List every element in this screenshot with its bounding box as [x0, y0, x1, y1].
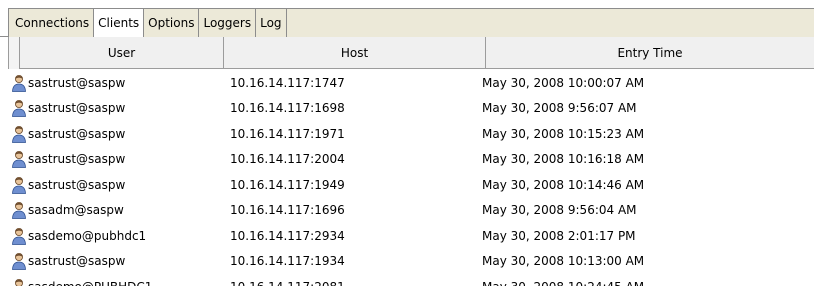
- cell-entry-time: May 30, 2008 2:01:17 PM: [482, 228, 636, 243]
- tab-bar: Connections Clients Options Loggers Log: [0, 0, 814, 37]
- column-header-host[interactable]: Host: [224, 37, 486, 69]
- tab-options[interactable]: Options: [144, 9, 200, 37]
- tab-clients[interactable]: Clients: [93, 9, 145, 37]
- user-person-icon: [11, 252, 27, 271]
- table-row[interactable]: sastrust@saspw 10.16.14.117:2004 May 30, 2…: [8, 147, 814, 173]
- cell-entry-time: May 30, 2008 10:15:23 AM: [482, 126, 645, 141]
- clients-table: User Host Entry Time sastrust@saspw 10.16…: [8, 37, 814, 286]
- cell-user: sasdemo@PUBHDC1: [28, 280, 152, 286]
- cell-user: sasdemo@pubhdc1: [28, 228, 147, 243]
- user-person-icon: [11, 201, 27, 220]
- cell-host: 10.16.14.117:2081: [230, 280, 345, 286]
- cell-user: sastrust@saspw: [28, 152, 126, 167]
- cell-user: sastrust@saspw: [28, 177, 126, 192]
- cell-host: 10.16.14.117:1696: [230, 203, 345, 218]
- user-person-icon: [11, 150, 27, 169]
- cell-entry-time: May 30, 2008 10:24:45 AM: [482, 280, 644, 286]
- cell-host: 10.16.14.117:1949: [230, 177, 345, 192]
- cell-host: 10.16.14.117:1971: [230, 126, 345, 141]
- table-row[interactable]: sastrust@saspw 10.16.14.117:1971 May 30, 2…: [8, 121, 814, 147]
- cell-host: 10.16.14.117:1934: [230, 254, 345, 269]
- table-row[interactable]: sasdemo@pubhdc1 10.16.14.117:2934 May 30, …: [8, 223, 814, 249]
- user-person-icon: [11, 99, 27, 118]
- tab-log[interactable]: Log: [256, 9, 287, 37]
- tab-loggers[interactable]: Loggers: [199, 9, 257, 37]
- cell-entry-time: May 30, 2008 10:16:18 AM: [482, 152, 645, 167]
- cell-user: sastrust@saspw: [28, 254, 126, 269]
- cell-user: sasadm@saspw: [28, 203, 124, 218]
- table-body: sastrust@saspw 10.16.14.117:1747 May 30, 2…: [8, 70, 814, 286]
- table-row[interactable]: sastrust@saspw 10.16.14.117:1747 May 30, 2…: [8, 70, 814, 96]
- tabs: Connections Clients Options Loggers Log: [11, 9, 287, 37]
- user-person-icon: [11, 176, 27, 194]
- table-row[interactable]: sasdemo@PUBHDC1 10.16.14.117:2081 May 30, …: [8, 274, 814, 286]
- tab-connections[interactable]: Connections: [11, 9, 95, 37]
- cell-entry-time: May 30, 2008 10:13:00 AM: [482, 254, 645, 269]
- cell-user: sastrust@saspw: [28, 126, 126, 141]
- table-row[interactable]: sastrust@saspw 10.16.14.117:1698 May 30, 2…: [8, 96, 814, 122]
- user-person-icon: [11, 227, 27, 245]
- table-header: User Host Entry Time: [8, 37, 814, 69]
- user-person-icon: [11, 278, 27, 286]
- table-row[interactable]: sasadm@saspw 10.16.14.117:1696 May 30, 200…: [8, 198, 814, 224]
- column-header-user[interactable]: User: [20, 37, 224, 69]
- row-selector-corner[interactable]: [8, 37, 20, 69]
- cell-host: 10.16.14.117:2004: [230, 152, 345, 167]
- user-person-icon: [11, 125, 27, 143]
- cell-host: 10.16.14.117:2934: [230, 228, 345, 243]
- cell-user: sastrust@saspw: [28, 75, 126, 90]
- table-row[interactable]: sastrust@saspw 10.16.14.117:1949 May 30, 2…: [8, 172, 814, 198]
- cell-host: 10.16.14.117:1698: [230, 101, 345, 116]
- cell-entry-time: May 30, 2008 10:14:46 AM: [482, 177, 645, 192]
- table-row[interactable]: sastrust@saspw 10.16.14.117:1934 May 30, 2…: [8, 249, 814, 275]
- user-person-icon: [11, 74, 27, 92]
- cell-entry-time: May 30, 2008 10:00:07 AM: [482, 75, 645, 90]
- column-header-entry-time[interactable]: Entry Time: [486, 37, 814, 69]
- cell-entry-time: May 30, 2008 9:56:07 AM: [482, 101, 637, 116]
- cell-entry-time: May 30, 2008 9:56:04 AM: [482, 203, 637, 218]
- cell-host: 10.16.14.117:1747: [230, 75, 345, 90]
- cell-user: sastrust@saspw: [28, 101, 126, 116]
